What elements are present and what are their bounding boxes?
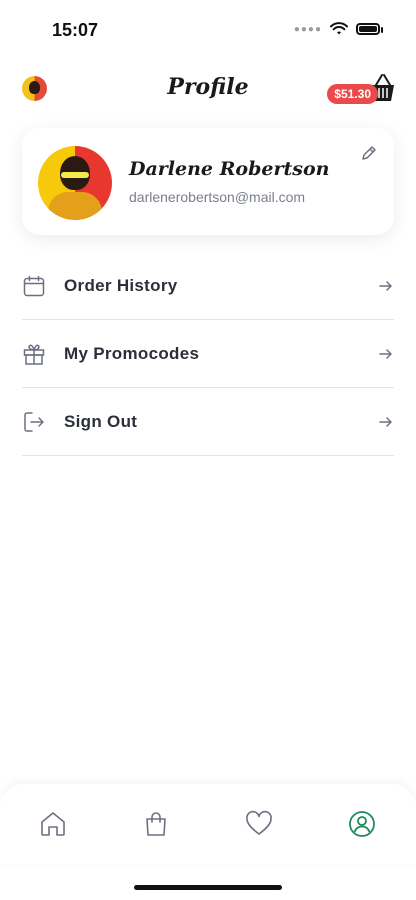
menu-item-label: Order History [64,276,178,295]
sign-out-icon [24,412,44,432]
menu-item-sign-out[interactable]: Sign Out [22,388,394,456]
profile-name: Darlene Robertson [129,158,330,180]
cart-total-badge[interactable]: $51.30 [327,84,378,104]
status-icons: ●●●● [293,22,383,36]
battery-icon [356,23,383,35]
arrow-right-icon [379,417,392,427]
profile-avatar [38,146,112,220]
heart-icon[interactable] [245,810,273,838]
home-indicator [134,885,282,890]
menu-item-promocodes[interactable]: My Promocodes [22,320,394,388]
bag-icon[interactable] [142,810,170,838]
gift-icon [23,344,45,365]
bottom-nav [0,784,416,864]
profile-menu: Order History My Promocodes Sign Out [22,252,394,456]
arrow-right-icon [379,349,392,359]
edit-icon[interactable] [360,144,378,162]
status-time: 15:07 [52,20,99,40]
menu-item-order-history[interactable]: Order History [22,252,394,320]
arrow-right-icon [379,281,392,291]
profile-card: Darlene Robertson darlenerobertson@mail.… [22,128,394,235]
profile-email: darlenerobertson@mail.com [129,189,306,205]
menu-item-label: My Promocodes [64,344,200,363]
profile-icon[interactable] [348,810,376,838]
status-bar: 15:07 ●●●● [0,0,416,56]
wifi-icon [330,22,348,35]
header: Profile $51.30 [0,66,416,110]
signal-icon: ●●●● [293,23,322,35]
menu-item-label: Sign Out [64,412,138,431]
calendar-icon [23,275,45,297]
home-icon[interactable] [39,810,67,838]
